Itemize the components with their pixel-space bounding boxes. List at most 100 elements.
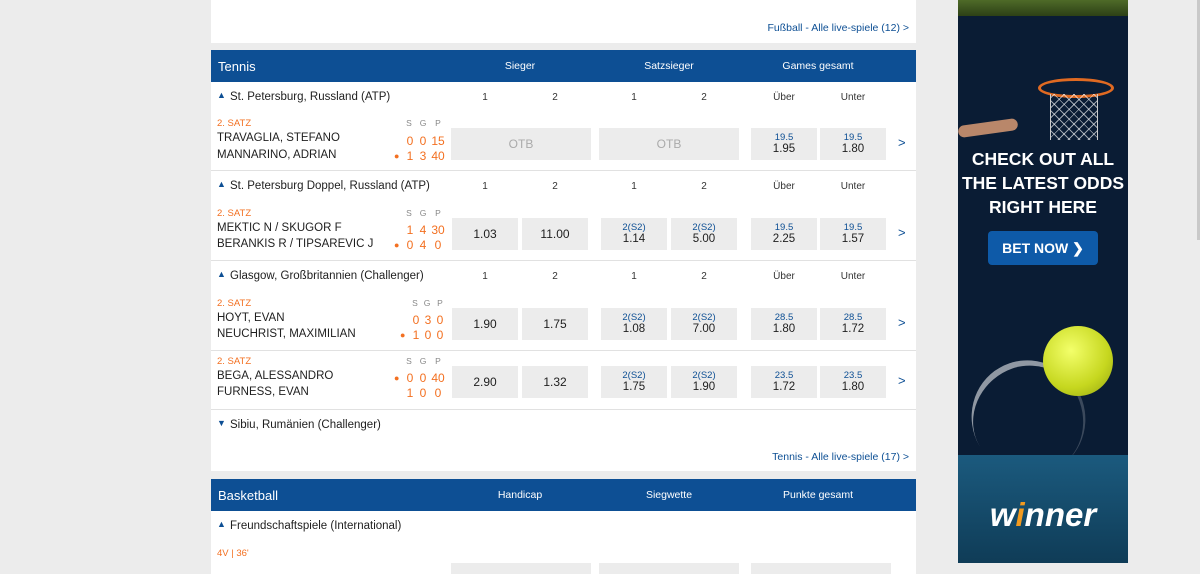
league-row[interactable]: ▲ Glasgow, Großbritannien (Challenger) 1…	[211, 261, 916, 291]
league-row[interactable]: ▲ Freundschaftspiele (International)	[211, 511, 916, 541]
chevron-up-icon[interactable]: ▲	[217, 179, 226, 189]
chevron-right-icon[interactable]: >	[898, 373, 906, 388]
odds-button-ueber[interactable]: 28.5 1.80	[751, 308, 817, 340]
score: 0	[406, 134, 414, 148]
score: 4	[419, 223, 427, 237]
col-header: 1	[482, 92, 488, 103]
odds-otb-sieger: OTB	[451, 128, 591, 160]
league-name: Glasgow, Großbritannien (Challenger)	[230, 270, 424, 282]
odds-button-ueber[interactable]: 19.5 1.95	[751, 128, 817, 160]
score: 0	[419, 134, 427, 148]
basketball-header: Basketball Handicap Siegwette Punkte ges…	[211, 479, 916, 511]
sgp-label: P	[435, 208, 441, 218]
sgp-label: G	[419, 118, 427, 128]
odds-otb-satzsieger: OTB	[599, 128, 739, 160]
score: 1	[406, 223, 414, 237]
tennis-all-live-link[interactable]: Tennis - Alle live-spiele (17) >	[772, 451, 909, 463]
odds-button-satz-1[interactable]: 2(S2) 1.08	[601, 308, 667, 340]
col-header: Unter	[840, 181, 866, 192]
score: 0	[406, 238, 414, 252]
score: 0	[419, 371, 427, 385]
league-name: St. Petersburg, Russland (ATP)	[230, 91, 391, 103]
match-status: 2. SATZ	[217, 356, 252, 367]
odds-button-ueber[interactable]: 19.5 2.25	[751, 218, 817, 250]
odds-button-satz-2[interactable]: 2(S2) 5.00	[671, 218, 737, 250]
col-header: 1	[631, 181, 637, 192]
serve-indicator-icon: ●	[394, 240, 400, 250]
odds-button-unter[interactable]: 19.5 1.80	[820, 128, 886, 160]
odds-button-satz-2[interactable]: 2(S2) 1.90	[671, 366, 737, 398]
chevron-right-icon[interactable]: >	[898, 315, 906, 330]
score: 40	[431, 371, 445, 385]
ad-banner[interactable]: CHECK OUT ALL THE LATEST ODDS RIGHT HERE…	[958, 0, 1128, 563]
match-row[interactable]: 2. SATZ S G P BEGA, ALESSANDRO FURNESS, …	[211, 356, 916, 414]
col-header: 1	[482, 181, 488, 192]
odds-button-satz-2[interactable]: 2(S2) 7.00	[671, 308, 737, 340]
serve-indicator-icon: ●	[394, 373, 400, 383]
sgp-label: S	[406, 356, 412, 366]
sgp-label: S	[406, 118, 412, 128]
chevron-down-icon[interactable]: ▼	[217, 418, 226, 428]
match-status: 2. SATZ	[217, 118, 252, 129]
winner-logo: winner	[989, 496, 1097, 533]
score: 0	[434, 238, 442, 252]
score: 3	[419, 149, 427, 163]
odds-button-sieger-1[interactable]: 2.90	[452, 366, 518, 398]
odds-button-handicap[interactable]	[451, 563, 591, 574]
chevron-up-icon[interactable]: ▲	[217, 90, 226, 100]
odds-button-satz-1[interactable]: 2(S2) 1.75	[601, 366, 667, 398]
odds-button-satz-1[interactable]: 2(S2) 1.14	[601, 218, 667, 250]
odds-button-siegwette[interactable]	[599, 563, 739, 574]
score: 15	[431, 134, 445, 148]
ad-headline: CHECK OUT ALL THE LATEST ODDS RIGHT HERE	[961, 149, 1125, 217]
league-name: Freundschaftspiele (International)	[230, 520, 402, 532]
match-row[interactable]: 2. SATZ S G P MEKTIC N / SKUGOR F BERANK…	[211, 208, 916, 266]
odds-button-ueber[interactable]: 23.5 1.72	[751, 366, 817, 398]
odds-button-unter[interactable]: 23.5 1.80	[820, 366, 886, 398]
odds-button-sieger-1[interactable]: 1.90	[452, 308, 518, 340]
score: 30	[431, 223, 445, 237]
bet-now-button[interactable]: BET NOW ❯	[988, 231, 1098, 265]
score: 0	[436, 328, 444, 342]
odds-button-sieger-1[interactable]: 1.03	[452, 218, 518, 250]
football-section-tail: Fußball - Alle live-spiele (12) >	[211, 0, 916, 43]
league-row[interactable]: ▲ St. Petersburg, Russland (ATP) 1 2 1 2…	[211, 82, 916, 112]
chevron-up-icon[interactable]: ▲	[217, 519, 226, 529]
score: 0	[434, 386, 442, 400]
col-header: 2	[552, 181, 558, 192]
football-all-live-link[interactable]: Fußball - Alle live-spiele (12) >	[767, 22, 909, 34]
odds-button-unter[interactable]: 28.5 1.72	[820, 308, 886, 340]
col-header: 1	[482, 271, 488, 282]
sgp-label: G	[419, 208, 427, 218]
col-header: 2	[701, 181, 707, 192]
col-header: Über	[773, 181, 795, 192]
sgp-label: S	[412, 298, 418, 308]
col-header: 1	[631, 92, 637, 103]
score: 0	[424, 328, 432, 342]
player-arm-image	[958, 117, 1019, 139]
score: 0	[412, 313, 420, 327]
odds-button-sieger-2[interactable]: 11.00	[522, 218, 588, 250]
league-row-collapsed[interactable]: ▼ Sibiu, Rumänien (Challenger)	[211, 410, 916, 440]
odds-button-unter[interactable]: 19.5 1.57	[820, 218, 886, 250]
odds-button-punkte[interactable]	[751, 563, 891, 574]
match-status: 4V | 36'	[217, 548, 249, 559]
odds-button-sieger-2[interactable]: 1.75	[522, 308, 588, 340]
score: 0	[436, 313, 444, 327]
match-row[interactable]: 2. SATZ S G P TRAVAGLIA, STEFANO MANNARI…	[211, 118, 916, 176]
chevron-up-icon[interactable]: ▲	[217, 269, 226, 279]
player-2-name: FURNESS, EVAN	[217, 386, 309, 398]
col-header: Unter	[840, 271, 866, 282]
chevron-right-icon[interactable]: >	[898, 135, 906, 150]
basketball-title: Basketball	[218, 488, 278, 503]
league-row[interactable]: ▲ St. Petersburg Doppel, Russland (ATP) …	[211, 171, 916, 201]
score: 3	[424, 313, 432, 327]
col-header: Unter	[840, 92, 866, 103]
sgp-label: S	[406, 208, 412, 218]
chevron-right-icon[interactable]: >	[898, 225, 906, 240]
league-name: St. Petersburg Doppel, Russland (ATP)	[230, 180, 430, 192]
score: 40	[431, 149, 445, 163]
match-row[interactable]: 2. SATZ S G P HOYT, EVAN NEUCHRIST, MAXI…	[211, 298, 916, 356]
market-header-siegwette: Siegwette	[645, 489, 693, 501]
odds-button-sieger-2[interactable]: 1.32	[522, 366, 588, 398]
